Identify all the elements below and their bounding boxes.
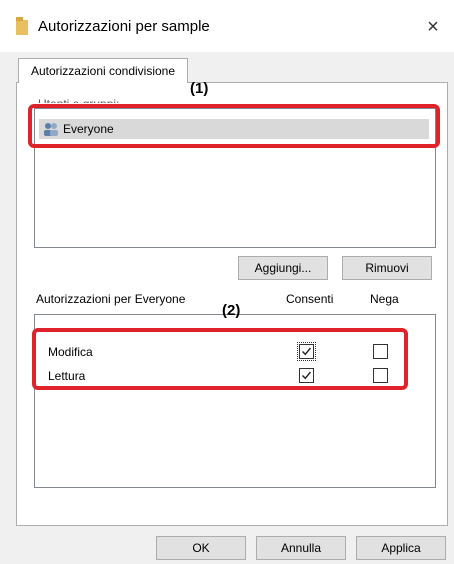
remove-button[interactable]: Rimuovi bbox=[342, 256, 432, 280]
highlight-box-1 bbox=[28, 104, 440, 148]
callout-2: (2) bbox=[222, 302, 241, 319]
callout-1: (1) bbox=[190, 80, 209, 97]
tab-share-permissions[interactable]: Autorizzazioni condivisione bbox=[18, 58, 188, 83]
folder-icon bbox=[16, 17, 28, 35]
title-bar: Autorizzazioni per sample × bbox=[0, 0, 454, 52]
ok-button[interactable]: OK bbox=[156, 536, 246, 560]
cancel-button[interactable]: Annulla bbox=[256, 536, 346, 560]
add-button[interactable]: Aggiungi... bbox=[238, 256, 328, 280]
highlight-box-2 bbox=[32, 328, 408, 390]
window-title: Autorizzazioni per sample bbox=[38, 18, 210, 35]
deny-column-header: Nega bbox=[370, 292, 399, 306]
close-button[interactable]: × bbox=[418, 12, 448, 42]
allow-column-header: Consenti bbox=[286, 292, 334, 306]
permissions-header: Autorizzazioni per Everyone bbox=[36, 292, 186, 306]
apply-button[interactable]: Applica bbox=[356, 536, 446, 560]
